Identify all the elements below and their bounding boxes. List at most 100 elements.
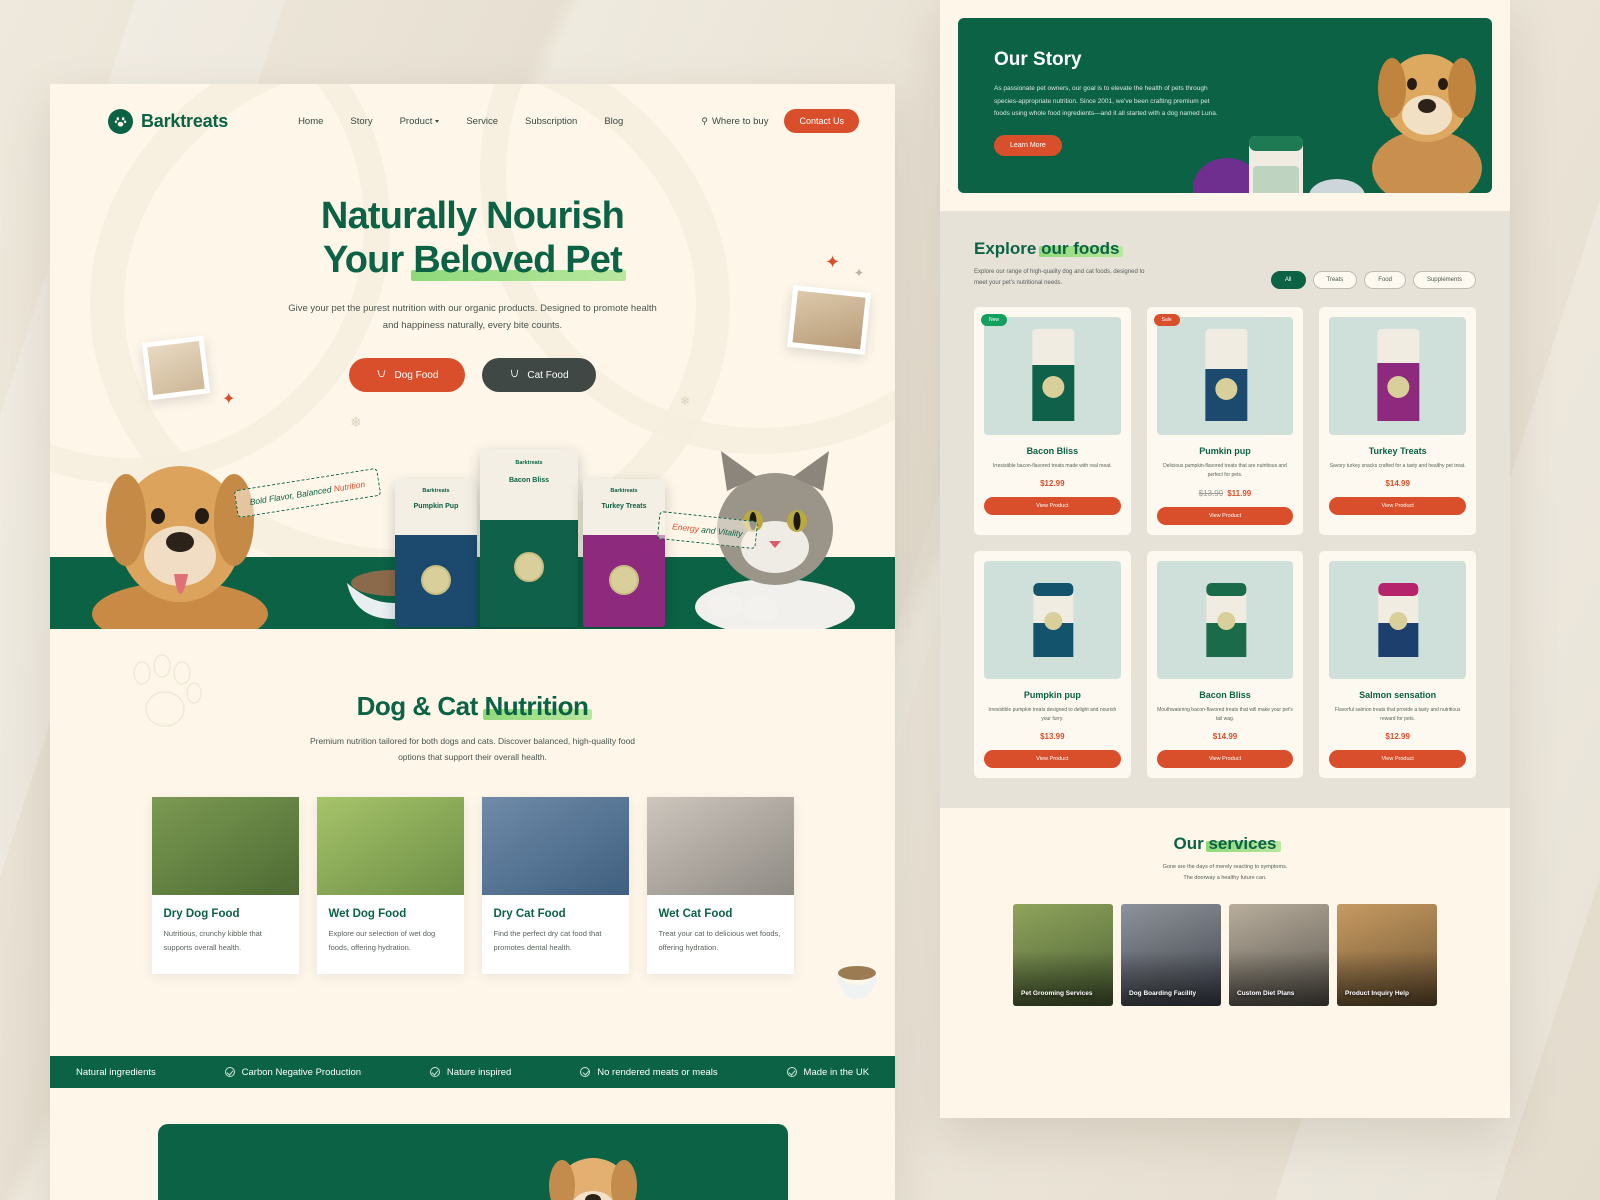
nav-item-home[interactable]: Home xyxy=(298,116,323,127)
decorative-food-bowl xyxy=(831,959,883,1001)
product-card[interactable]: Sale Pumkin pup Delicious pumpkin-flavor… xyxy=(1146,307,1304,535)
services-title-highlight: services xyxy=(1206,834,1281,854)
nutrition-card[interactable]: Dry Cat Food Find the perfect dry cat fo… xyxy=(481,797,629,974)
services-subtitle-line1: Gone are the days of merely reacting to … xyxy=(1162,864,1288,871)
paw-print-icon: ❄ xyxy=(680,394,691,408)
cat-icon xyxy=(509,368,520,382)
hero-section: Barktreats Home Story Product Service Su… xyxy=(50,84,895,629)
product-price: $13.99 $11.99 xyxy=(1198,488,1252,498)
product-pack-bacon-bliss: Barktreats Bacon Bliss xyxy=(480,449,578,627)
explore-subtitle: Explore our range of high-quality dog an… xyxy=(974,269,1145,287)
nav-item-blog[interactable]: Blog xyxy=(604,116,623,127)
nutrition-card[interactable]: Wet Cat Food Treat your cat to delicious… xyxy=(646,797,794,974)
nutrition-card[interactable]: Wet Dog Food Explore our selection of we… xyxy=(316,797,464,974)
card-image xyxy=(151,797,299,896)
feature-label: Made in the UK xyxy=(803,1066,870,1078)
nutrition-title-highlight: Nutrition xyxy=(482,691,593,721)
contact-us-button[interactable]: Contact Us xyxy=(784,109,859,133)
card-image xyxy=(481,797,629,896)
product-image xyxy=(1156,560,1294,679)
services-title: Our services xyxy=(1173,834,1281,854)
product-name: Salmon sensation xyxy=(1359,689,1437,700)
nav-item-service[interactable]: Service xyxy=(466,116,498,127)
product-description: Flavorful salmon treats that provide a t… xyxy=(1334,706,1461,722)
brand-name: Barktreats xyxy=(141,110,229,131)
product-old-price: $13.99 xyxy=(1198,488,1224,498)
service-card[interactable]: Dog Boarding Facility xyxy=(1121,904,1221,1007)
dog-food-button[interactable]: Dog Food xyxy=(349,358,466,393)
product-price: $13.99 xyxy=(1040,732,1065,742)
check-circle-icon xyxy=(786,1067,797,1077)
filter-tab-all[interactable]: All xyxy=(1270,271,1306,290)
product-card[interactable]: Pumpkin pup Irresistible pumpkin treats … xyxy=(974,550,1131,779)
filter-tab-food[interactable]: Food xyxy=(1364,271,1406,290)
view-product-button[interactable]: View Product xyxy=(984,750,1121,769)
product-description: Savory turkey snacks crafted for a tasty… xyxy=(1329,463,1466,470)
product-pack-turkey-treats: Barktreats Turkey Treats xyxy=(583,479,665,627)
nutrition-card[interactable]: Dry Dog Food Nutritious, crunchy kibble … xyxy=(151,797,299,974)
check-circle-icon xyxy=(580,1067,591,1077)
feature-item-made-in-uk: Made in the UK xyxy=(786,1066,870,1078)
hero-dog-photo xyxy=(62,424,292,629)
product-badge-sale: Sale xyxy=(1153,314,1180,327)
homepage-screen: Barktreats Home Story Product Service Su… xyxy=(50,84,895,1200)
product-card[interactable]: New Bacon Bliss Irresistible bacon-flavo… xyxy=(974,307,1131,535)
product-image xyxy=(1156,317,1294,436)
nav-item-product[interactable]: Product xyxy=(400,116,440,127)
nutrition-section: Dog & Cat Nutrition Premium nutrition ta… xyxy=(50,629,895,1056)
product-price: $14.99 xyxy=(1385,479,1410,489)
product-name: Bacon Bliss xyxy=(1026,446,1079,457)
product-badge-new: New xyxy=(981,314,1008,327)
location-pin-icon: ⚲ xyxy=(701,115,708,126)
card-title: Dry Dog Food xyxy=(163,908,240,921)
feature-label: Nature inspired xyxy=(446,1066,512,1078)
feature-label: Carbon Negative Production xyxy=(241,1066,362,1078)
view-product-button[interactable]: View Product xyxy=(1329,750,1466,769)
dog-logo-icon xyxy=(108,108,133,134)
hero-title-highlight: Beloved Pet xyxy=(411,239,626,282)
story-product-jars xyxy=(1187,110,1372,193)
product-card[interactable]: Turkey Treats Savory turkey snacks craft… xyxy=(1319,307,1476,535)
banner-dog-photo xyxy=(518,1134,668,1200)
floating-dog-photo xyxy=(786,285,872,355)
bottom-green-banner xyxy=(157,1124,788,1200)
cat-food-button[interactable]: Cat Food xyxy=(482,358,596,393)
filter-tab-supplements[interactable]: Supplements xyxy=(1412,271,1476,290)
explore-filter-tabs: All Treats Food Supplements xyxy=(1270,271,1476,290)
view-product-button[interactable]: View Product xyxy=(1156,506,1294,525)
nav-item-subscription[interactable]: Subscription xyxy=(525,116,577,127)
filter-tab-treats[interactable]: Treats xyxy=(1312,271,1358,290)
service-label: Pet Grooming Services xyxy=(1021,989,1093,997)
view-product-button[interactable]: View Product xyxy=(1329,497,1466,516)
service-card[interactable]: Pet Grooming Services xyxy=(1013,904,1113,1007)
product-pack-pumpkin-pup: Barktreats Pumpkin Pup xyxy=(395,479,477,627)
product-card[interactable]: Salmon sensation Flavorful salmon treats… xyxy=(1319,550,1476,779)
view-product-button[interactable]: View Product xyxy=(1156,750,1294,769)
brand-logo[interactable]: Barktreats xyxy=(108,108,229,134)
product-description: Irresistible pumpkin treats designed to … xyxy=(988,706,1117,722)
nav-item-product-label: Product xyxy=(399,115,433,127)
product-description: Irresistible bacon-flavored treats made … xyxy=(992,463,1112,470)
secondary-screen: Our Story As passionate pet owners, our … xyxy=(940,0,1510,1118)
service-label: Dog Boarding Facility xyxy=(1129,989,1197,997)
product-card[interactable]: Bacon Bliss Mouthwatering bacon-flavored… xyxy=(1146,550,1304,779)
card-title: Dry Cat Food xyxy=(493,908,566,921)
services-subtitle: Gone are the days of merely reacting to … xyxy=(940,862,1510,884)
product-price: $12.99 xyxy=(1385,732,1410,742)
paw-print-icon xyxy=(120,649,210,739)
view-product-button[interactable]: View Product xyxy=(984,497,1121,516)
service-card[interactable]: Custom Diet Plans xyxy=(1229,904,1329,1007)
card-title: Wet Cat Food xyxy=(658,908,733,921)
product-grid: New Bacon Bliss Irresistible bacon-flavo… xyxy=(940,307,1510,779)
card-description: Nutritious, crunchy kibble that supports… xyxy=(163,929,262,952)
product-description: Mouthwatering bacon-flavored treats that… xyxy=(1157,706,1293,722)
service-card[interactable]: Product Inquiry Help xyxy=(1337,904,1437,1007)
card-image xyxy=(646,797,794,896)
where-to-buy-link[interactable]: ⚲ Where to buy xyxy=(701,116,768,127)
learn-more-button[interactable]: Learn More xyxy=(994,135,1062,157)
product-image xyxy=(984,560,1121,679)
nav-item-story[interactable]: Story xyxy=(350,116,372,127)
services-subtitle-line2: The doorway a healthy future can. xyxy=(1183,875,1267,882)
explore-foods-section: Explore our foods Explore our range of h… xyxy=(940,211,1510,809)
service-label: Custom Diet Plans xyxy=(1237,989,1295,997)
